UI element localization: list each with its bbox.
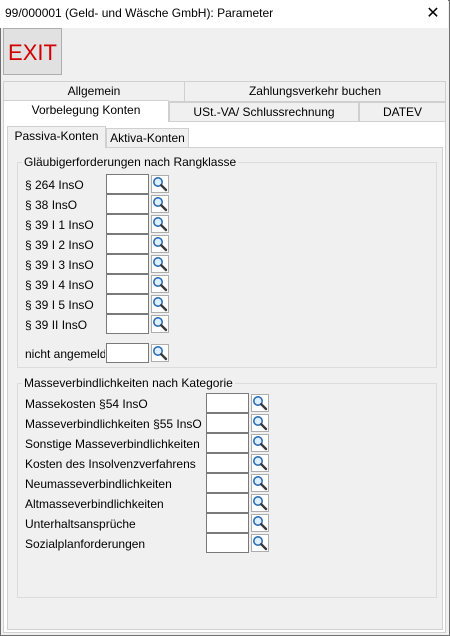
group_masse-label-0: Massekosten §54 InsO: [25, 397, 148, 411]
group_rang-account-field-1[interactable]: [106, 194, 149, 214]
group_rang-account-field-6[interactable]: [106, 294, 149, 314]
group_masse-account-field-5[interactable]: [206, 493, 249, 513]
exit-button[interactable]: EXIT: [3, 28, 62, 75]
tab-ust-va-schlussrechnung[interactable]: USt.-VA/ Schlussrechnung: [169, 102, 359, 122]
group_rang-account-field-0[interactable]: [106, 174, 149, 194]
subtab-passiva-konten[interactable]: Passiva-Konten: [7, 126, 106, 148]
group_masse-label-2: Sonstige Masseverbindlichkeiten: [25, 437, 200, 451]
magnifier-icon[interactable]: [251, 454, 269, 472]
magnifier-icon[interactable]: [251, 534, 269, 552]
magnifier-icon[interactable]: [251, 414, 269, 432]
tab-allgemein[interactable]: Allgemein: [3, 81, 185, 102]
magnifier-icon[interactable]: [151, 195, 169, 213]
group_rang-label-4: § 39 I 3 InsO: [25, 258, 94, 272]
group_masse-label-7: Sozialplanforderungen: [25, 537, 146, 551]
group_rang-label-3: § 39 I 2 InsO: [25, 238, 94, 252]
group_rang-account-field-4[interactable]: [106, 254, 149, 274]
group_rang-label-1: § 38 InsO: [25, 198, 78, 212]
group_rang-label-0: § 264 InsO: [25, 178, 84, 192]
group_masse-account-field-1[interactable]: [206, 413, 249, 433]
window-title: 99/000001 (Geld- und Wäsche GmbH): Param…: [5, 6, 274, 20]
magnifier-icon[interactable]: [151, 255, 169, 273]
group_masse-label-3: Kosten des Insolvenzverfahrens: [25, 457, 196, 471]
group_rang-account-field-5[interactable]: [106, 274, 149, 294]
title-bar: 99/000001 (Geld- und Wäsche GmbH): Param…: [0, 0, 448, 28]
group_masse-account-field-6[interactable]: [206, 513, 249, 533]
magnifier-icon[interactable]: [151, 295, 169, 313]
magnifier-icon[interactable]: [251, 394, 269, 412]
close-icon[interactable]: ✕: [419, 0, 447, 28]
group_masse-account-field-3[interactable]: [206, 453, 249, 473]
magnifier-icon[interactable]: [151, 235, 169, 253]
group-masseverbindlichkeiten-title: Masseverbindlichkeiten nach Kategorie: [22, 376, 235, 390]
group_masse-account-field-4[interactable]: [206, 473, 249, 493]
magnifier-icon[interactable]: [251, 474, 269, 492]
magnifier-icon[interactable]: [151, 275, 169, 293]
group_rang-label-6: § 39 I 5 InsO: [25, 298, 94, 312]
group-glaeubigerforderungen-title: Gläubigerforderungen nach Rangklasse: [22, 155, 239, 169]
magnifier-icon[interactable]: [151, 315, 169, 333]
group_rang-label-2: § 39 I 1 InsO: [25, 218, 94, 232]
group_masse-account-field-0[interactable]: [206, 393, 249, 413]
magnifier-icon[interactable]: [251, 494, 269, 512]
magnifier-icon[interactable]: [251, 514, 269, 532]
group_rang-account-field-3[interactable]: [106, 234, 149, 254]
group_masse-account-field-7[interactable]: [206, 533, 249, 553]
magnifier-icon[interactable]: [151, 175, 169, 193]
magnifier-icon[interactable]: [151, 344, 169, 362]
magnifier-icon[interactable]: [151, 215, 169, 233]
group_masse-label-6: Unterhaltsansprüche: [25, 517, 136, 531]
group_rang-account-field-extra[interactable]: [106, 343, 149, 363]
tab-zahlungsverkehr-buchen[interactable]: Zahlungsverkehr buchen: [184, 81, 446, 102]
group_masse-label-1: Masseverbindlichkeiten §55 InsO: [25, 417, 202, 431]
magnifier-icon[interactable]: [251, 434, 269, 452]
group_rang-label-extra: nicht angemeldet: [25, 347, 105, 361]
tab-datev[interactable]: DATEV: [359, 102, 446, 122]
group_rang-label-7: § 39 II InsO: [25, 318, 88, 332]
group_rang-account-field-2[interactable]: [106, 214, 149, 234]
group_rang-account-field-7[interactable]: [106, 314, 149, 334]
group_masse-label-5: Altmasseverbindlichkeiten: [25, 497, 164, 511]
group_rang-label-5: § 39 I 4 InsO: [25, 278, 94, 292]
group_masse-account-field-2[interactable]: [206, 433, 249, 453]
group_masse-label-4: Neumasseverbindlichkeiten: [25, 477, 172, 491]
tab-vorbelegung-konten[interactable]: Vorbelegung Konten: [3, 100, 169, 122]
subtab-aktiva-konten[interactable]: Aktiva-Konten: [106, 128, 189, 148]
